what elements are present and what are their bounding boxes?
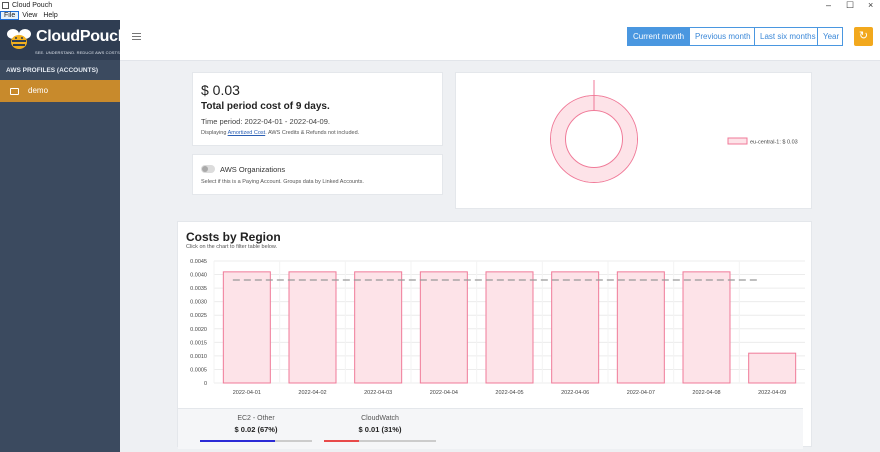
y-tick-label: 0.0030 — [190, 300, 207, 306]
display-note-suffix: . AWS Credits & Refunds not included. — [265, 130, 360, 136]
service-share-fill — [200, 440, 276, 442]
period-previous-month-button[interactable]: Previous month — [689, 27, 755, 46]
organizations-description: Select if this is a Paying Account. Grou… — [201, 179, 364, 185]
x-tick-label: 2022-04-05 — [495, 390, 523, 396]
time-period: Time period: 2022-04-01 - 2022-04-09. — [201, 117, 330, 126]
bar[interactable] — [222, 271, 271, 384]
service-breakdown: EC2 - Other $ 0.02 (67%) CloudWatch $ 0.… — [178, 408, 803, 449]
hamburger-icon[interactable] — [132, 33, 141, 42]
y-tick-label: 0.0045 — [190, 259, 207, 265]
total-cost-title: Total period cost of 9 days. — [201, 101, 330, 112]
logo: CloudPouch SEE. UNDERSTAND. REDUCE AWS C… — [0, 20, 128, 60]
y-tick-label: 0.0010 — [190, 354, 207, 360]
period-year-button[interactable]: Year — [817, 27, 843, 46]
display-note-prefix: Displaying — [201, 130, 228, 136]
y-tick-label: 0.0040 — [190, 273, 207, 279]
service-value: $ 0.02 (67%) — [234, 425, 278, 434]
organizations-label: AWS Organizations — [220, 165, 286, 174]
y-tick-label: 0.0035 — [190, 286, 207, 292]
period-selector: Current month Previous month Last six mo… — [627, 27, 843, 46]
y-tick-label: 0.0005 — [190, 367, 207, 373]
bar[interactable] — [748, 352, 797, 384]
menu-file[interactable]: File — [0, 11, 20, 20]
sidebar-item-demo[interactable]: demo — [0, 80, 120, 102]
x-tick-label: 2022-04-07 — [627, 390, 655, 396]
amortized-cost-link[interactable]: Amortized Cost — [228, 130, 266, 136]
bar[interactable] — [354, 271, 403, 384]
x-tick-label: 2022-04-01 — [233, 390, 261, 396]
service-share-track — [200, 440, 312, 442]
service-name: EC2 - Other — [237, 415, 275, 422]
maximize-button[interactable]: ☐ — [846, 0, 854, 11]
bee-logo-icon — [7, 29, 31, 49]
sidebar-item-label: demo — [28, 86, 49, 95]
y-tick-label: 0.0025 — [190, 313, 207, 319]
bar[interactable] — [551, 271, 600, 384]
period-current-month-button[interactable]: Current month — [627, 27, 690, 46]
bar[interactable] — [485, 271, 534, 384]
sidebar: CloudPouch SEE. UNDERSTAND. REDUCE AWS C… — [0, 20, 128, 452]
bar[interactable] — [616, 271, 665, 384]
x-tick-label: 2022-04-09 — [758, 390, 786, 396]
x-tick-label: 2022-04-02 — [298, 390, 326, 396]
y-tick-label: 0.0020 — [190, 327, 207, 333]
region-donut-card: eu-central-1: $ 0.03 — [455, 72, 812, 209]
x-tick-label: 2022-04-04 — [430, 390, 458, 396]
brand-tagline: SEE. UNDERSTAND. REDUCE AWS COSTS — [35, 50, 120, 55]
menu-view[interactable]: View — [19, 11, 40, 20]
window-title: Cloud Pouch — [12, 2, 53, 9]
account-icon — [10, 88, 19, 95]
profiles-section-label: AWS PROFILES (ACCOUNTS) — [6, 67, 99, 74]
bar[interactable] — [682, 271, 731, 384]
bar[interactable] — [288, 271, 337, 384]
organizations-card: AWS Organizations Select if this is a Pa… — [192, 154, 443, 195]
menu-help[interactable]: Help — [40, 11, 60, 20]
menu-bar: File View Help — [0, 11, 880, 20]
close-button[interactable]: × — [868, 0, 873, 11]
donut-legend-swatch — [727, 137, 748, 145]
top-bar: Current month Previous month Last six mo… — [120, 20, 880, 61]
service-share-track — [324, 440, 436, 442]
display-note: Displaying Amortized Cost. AWS Credits &… — [201, 130, 359, 136]
window-titlebar: Cloud Pouch – ☐ × — [0, 0, 880, 11]
costs-by-region-card: Costs by Region Click on the chart to fi… — [177, 221, 813, 449]
region-bar-chart[interactable]: 0 0.0005 0.0010 0.0015 0.0020 0.0025 0.0030 0.0… — [178, 222, 813, 408]
total-cost-value: $ 0.03 — [201, 82, 240, 98]
y-tick-label: 0 — [204, 381, 207, 387]
y-tick-label: 0.0015 — [190, 340, 207, 346]
donut-legend-label: eu-central-1: $ 0.03 — [750, 140, 798, 146]
service-value: $ 0.01 (31%) — [358, 425, 402, 434]
app-icon — [2, 2, 9, 9]
service-cloudwatch[interactable]: CloudWatch $ 0.01 (31%) — [324, 415, 436, 442]
donut-inner-edge — [565, 110, 623, 168]
refresh-icon[interactable]: ↻ — [854, 27, 873, 46]
x-tick-label: 2022-04-03 — [364, 390, 392, 396]
service-name: CloudWatch — [361, 415, 399, 422]
x-tick-label: 2022-04-08 — [692, 390, 720, 396]
period-last-six-months-button[interactable]: Last six months — [754, 27, 818, 46]
service-ec2-other[interactable]: EC2 - Other $ 0.02 (67%) — [200, 415, 312, 442]
service-share-fill — [324, 440, 359, 442]
bar[interactable] — [419, 271, 468, 384]
minimize-button[interactable]: – — [826, 0, 831, 11]
brand-name: CloudPouch — [36, 28, 128, 45]
x-tick-label: 2022-04-06 — [561, 390, 589, 396]
total-cost-card: $ 0.03 Total period cost of 9 days. Time… — [192, 72, 443, 146]
organizations-toggle[interactable] — [201, 165, 215, 173]
